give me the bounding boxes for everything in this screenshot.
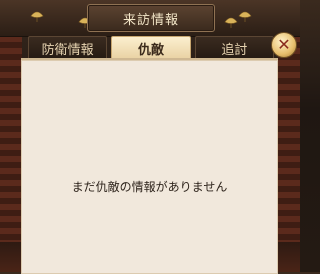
tab-bar: 防衛情報 仇敵 追討 [28, 36, 274, 60]
page-title: 来訪情報 [122, 12, 179, 28]
ginkgo-leaf-icon [224, 14, 238, 28]
window-header: 来訪情報 [0, 0, 300, 37]
background-wall-left [0, 0, 22, 272]
close-icon: ✕ [277, 35, 291, 54]
title-plate: 来訪情報 [87, 4, 215, 32]
close-button[interactable]: ✕ [271, 32, 297, 58]
ginkgo-leaf-icon [30, 8, 44, 22]
tab-pursuit[interactable]: 追討 [194, 36, 274, 60]
tab-enemy[interactable]: 仇敵 [111, 36, 191, 60]
ginkgo-leaf-icon [238, 8, 252, 22]
empty-state-message: まだ仇敵の情報がありません [71, 180, 228, 194]
tab-defense-info[interactable]: 防衛情報 [28, 36, 108, 60]
content-panel: まだ仇敵の情報がありません [21, 58, 278, 274]
